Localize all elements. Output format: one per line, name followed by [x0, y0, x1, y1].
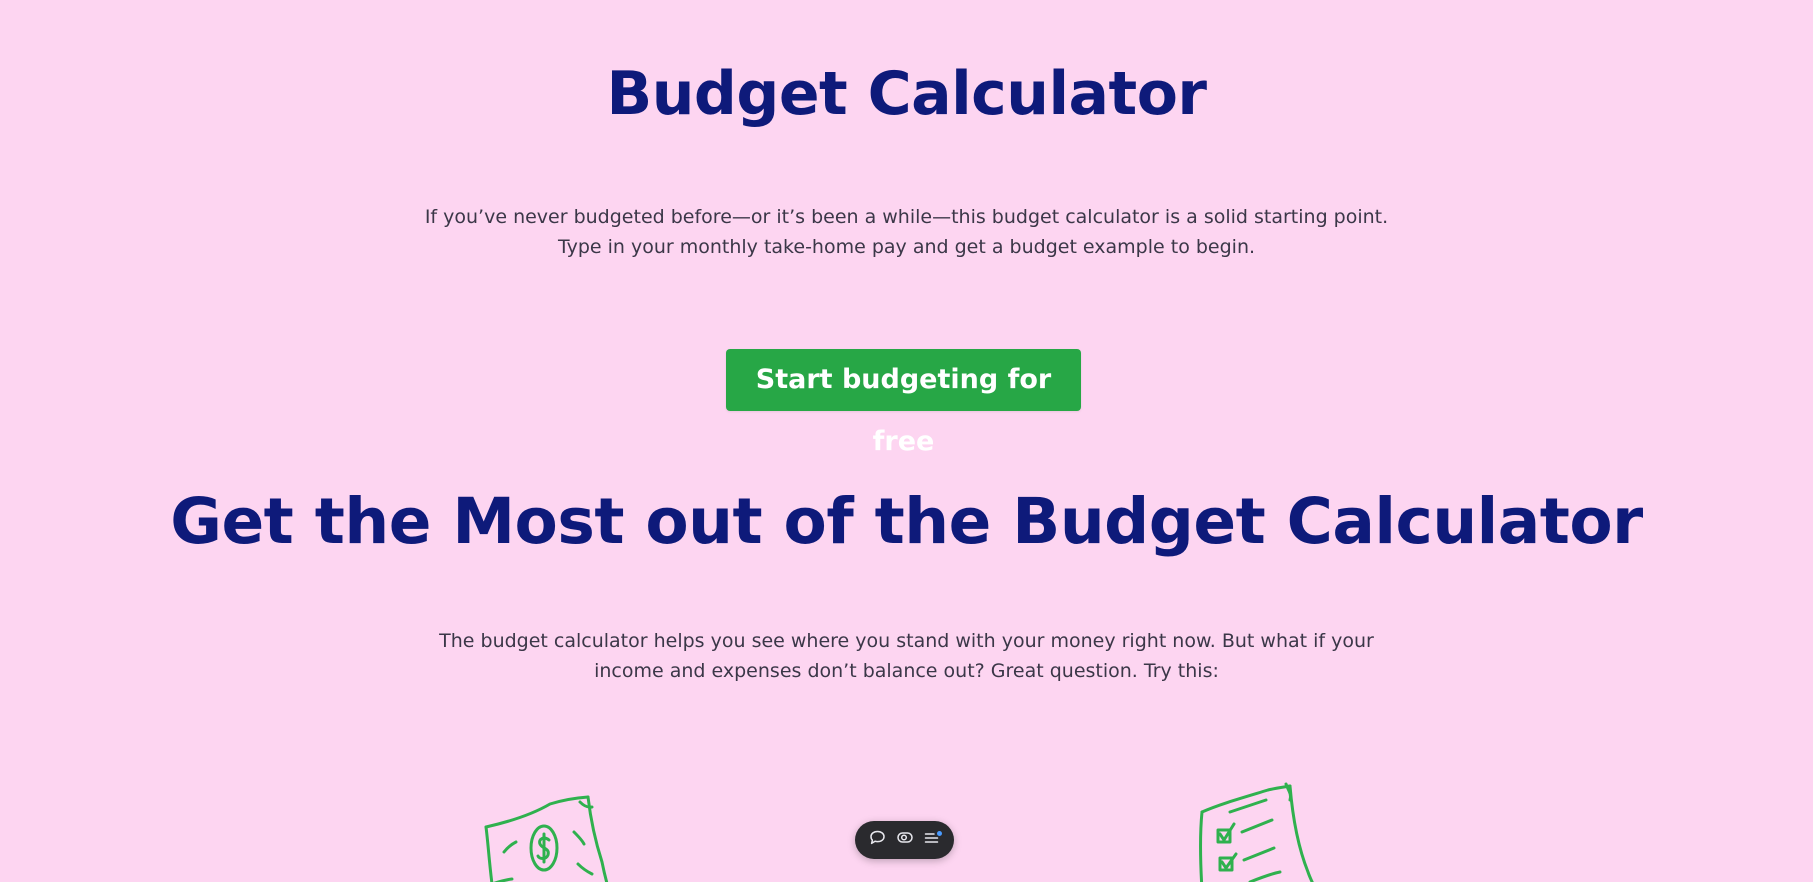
menu-button[interactable]: [921, 829, 943, 851]
comment-icon: [869, 829, 886, 851]
hero-intro-line-2: Type in your monthly take-home pay and g…: [557, 236, 1256, 258]
floating-toolbar: [855, 821, 954, 859]
section-intro: The budget calculator helps you see wher…: [0, 626, 1813, 686]
page-title: Budget Calculator: [606, 59, 1207, 129]
start-budgeting-button[interactable]: Start budgeting for free: [726, 349, 1081, 457]
checklist-icon: [1190, 782, 1330, 882]
hero-intro-line-1: If you’ve never budgeted before—or it’s …: [424, 206, 1389, 228]
comment-button[interactable]: [866, 829, 888, 851]
money-bill-icon: [478, 792, 618, 882]
section-title: Get the Most out of the Budget Calculato…: [170, 485, 1643, 558]
page: Budget Calculator If you’ve never budget…: [0, 0, 1813, 882]
section-intro-line-1: The budget calculator helps you see wher…: [439, 630, 1374, 652]
view-toggle-button[interactable]: [894, 829, 916, 851]
section-intro-line-2: income and expenses don’t balance out? G…: [594, 660, 1219, 682]
view-toggle-icon: [896, 829, 914, 851]
notification-dot: [936, 831, 942, 836]
hero-intro: If you’ve never budgeted before—or it’s …: [0, 202, 1813, 262]
